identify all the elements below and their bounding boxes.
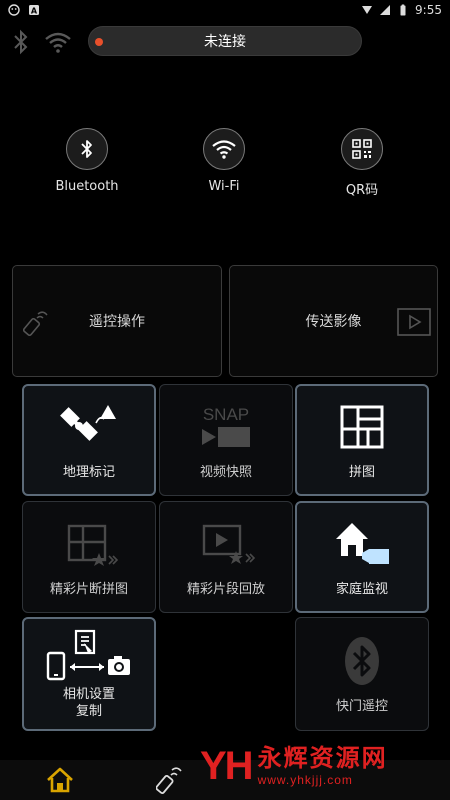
bluetooth-icon (66, 128, 108, 170)
watermark-name: 永辉资源网 (257, 743, 388, 772)
cell-signal-icon (380, 5, 391, 15)
snap-movie-icon: SNAP (196, 399, 256, 455)
snap-text: SNAP (203, 405, 249, 424)
home-monitor-icon (332, 516, 392, 572)
notification-icon (8, 4, 20, 16)
wifi-label: Wi-Fi (208, 179, 240, 194)
transfer-images-label: 传送影像 (305, 314, 362, 330)
connection-status-pill[interactable]: 未连接 (88, 26, 362, 56)
signal-icon (362, 6, 373, 14)
remote-operation-button[interactable]: 遥控操作 (12, 265, 222, 377)
connection-status-text: 未连接 (204, 34, 246, 50)
home-monitor-button[interactable]: 家庭监视 (295, 501, 429, 613)
collage-button[interactable]: 拼图 (295, 384, 429, 496)
satellite-icon (60, 399, 118, 455)
status-bar: A 9:55 (0, 0, 450, 20)
collage-icon (340, 399, 384, 455)
home-monitor-label: 家庭监视 (335, 581, 388, 597)
transfer-images-button[interactable]: 传送影像 (229, 265, 438, 377)
connection-row: 未连接 (0, 26, 450, 60)
bluetooth-status-icon (14, 29, 28, 55)
video-snapshot-label: 视频快照 (199, 464, 252, 480)
watermark-logo: YH (200, 743, 254, 788)
nav-home-button[interactable] (10, 764, 110, 796)
app-notification-icon: A (29, 5, 39, 16)
collage-label: 拼图 (348, 464, 375, 480)
wifi-button[interactable]: Wi-Fi (179, 128, 269, 194)
copy-settings-label-line1: 相机设置 (62, 687, 115, 703)
remote-control-icon (23, 311, 48, 336)
highlight-playback-icon (196, 516, 256, 572)
nav-remote-button[interactable] (140, 764, 200, 796)
wifi-status-icon (45, 32, 71, 53)
highlight-collage-button[interactable]: 精彩片断拼图 (22, 501, 156, 613)
bluetooth-button[interactable]: Bluetooth (42, 128, 132, 194)
shutter-remote-label: 快门遥控 (335, 698, 388, 714)
remote-operation-label: 遥控操作 (89, 314, 145, 330)
highlight-collage-icon (59, 516, 119, 572)
home-icon (47, 767, 73, 793)
copy-settings-icon (44, 627, 134, 683)
quick-connect-row: Bluetooth Wi-Fi QR码 (0, 128, 450, 198)
watermark-url: www.yhkjjj.com (257, 772, 353, 787)
qr-code-button[interactable]: QR码 (317, 128, 407, 198)
highlight-playback-label: 精彩片段回放 (186, 581, 265, 597)
remote-control-nav-icon (156, 767, 182, 794)
qr-code-icon (341, 128, 383, 170)
wifi-icon (203, 128, 245, 170)
play-video-icon (397, 308, 431, 336)
svg-text:A: A (31, 7, 38, 16)
site-watermark: YH 永辉资源网 www.yhkjjj.com (200, 732, 450, 800)
bluetooth-label: Bluetooth (55, 179, 119, 194)
battery-icon (400, 4, 406, 16)
copy-settings-label-line2: 复制 (75, 704, 102, 719)
bluetooth-shutter-icon (342, 633, 382, 689)
video-snapshot-button[interactable]: SNAP 视频快照 (159, 384, 293, 496)
shutter-remote-button[interactable]: 快门遥控 (295, 617, 429, 731)
highlight-collage-label: 精彩片断拼图 (49, 581, 128, 597)
geotag-label: 地理标记 (62, 464, 115, 480)
copy-settings-label: 相机设置 复制 (63, 687, 115, 721)
status-time: 9:55 (415, 3, 442, 17)
highlight-playback-button[interactable]: 精彩片段回放 (159, 501, 293, 613)
disconnected-indicator (95, 38, 103, 46)
qr-code-label: QR码 (345, 183, 379, 198)
copy-camera-settings-button[interactable]: 相机设置 复制 (22, 617, 156, 731)
geotag-button[interactable]: 地理标记 (22, 384, 156, 496)
